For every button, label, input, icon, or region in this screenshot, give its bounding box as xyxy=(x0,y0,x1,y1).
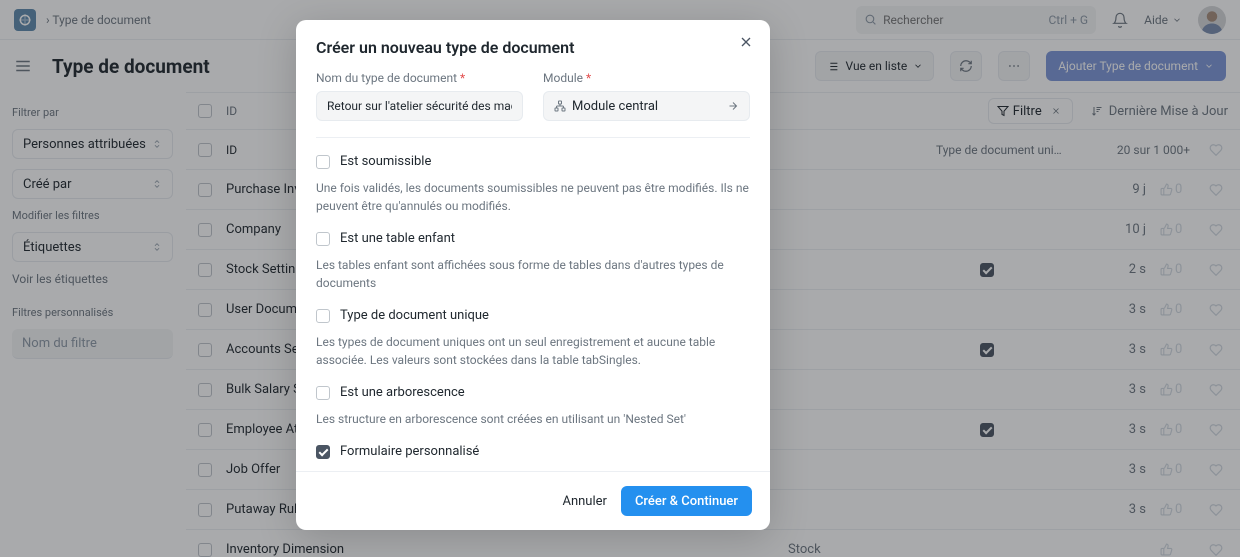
arrow-right-icon[interactable] xyxy=(727,100,739,112)
cancel-button[interactable]: Annuler xyxy=(562,494,606,509)
name-input[interactable] xyxy=(316,91,523,121)
close-icon[interactable] xyxy=(738,34,754,50)
unique-checkbox[interactable] xyxy=(316,309,330,323)
submissible-checkbox[interactable] xyxy=(316,155,330,169)
module-label: Module * xyxy=(543,71,750,85)
submissible-desc: Une fois validés, les documents soumissi… xyxy=(316,179,750,221)
modal-title: Créer un nouveau type de document xyxy=(316,38,750,57)
child-table-desc: Les tables enfant sont affichées sous fo… xyxy=(316,256,750,298)
unique-desc: Les types de document uniques ont un seu… xyxy=(316,333,750,375)
child-table-checkbox[interactable] xyxy=(316,232,330,246)
tree-desc: Les structure en arborescence sont créée… xyxy=(316,410,750,434)
tree-checkbox[interactable] xyxy=(316,386,330,400)
custom-form-checkbox[interactable] xyxy=(316,445,330,459)
create-doctype-modal: Créer un nouveau type de document Nom du… xyxy=(296,20,770,530)
name-label: Nom du type de document * xyxy=(316,71,523,85)
module-input[interactable]: Module central xyxy=(543,91,750,121)
create-continue-button[interactable]: Créer & Continuer xyxy=(621,486,752,516)
sitemap-icon xyxy=(554,100,566,112)
